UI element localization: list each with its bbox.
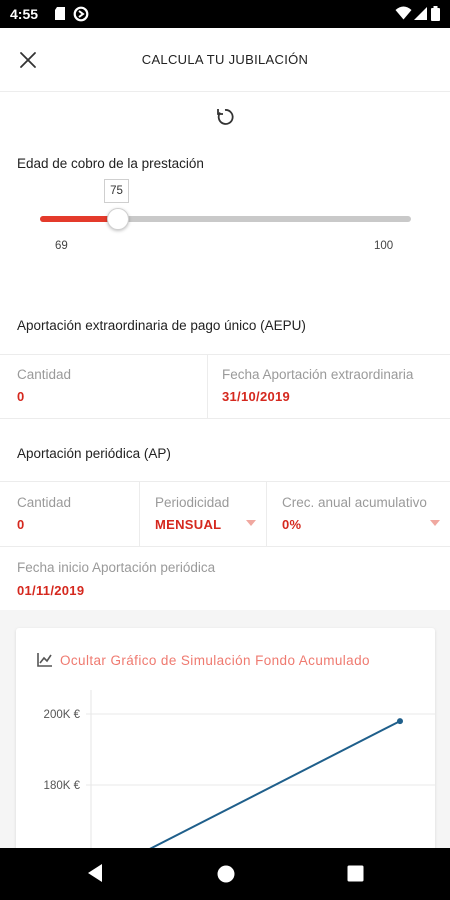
home-icon[interactable] [216, 864, 236, 884]
retirement-age-slider-thumb[interactable] [107, 208, 129, 230]
ap-start-date-label: Fecha inicio Aportación periódica [17, 560, 216, 575]
retirement-age-label: Edad de cobro de la prestación [17, 156, 204, 171]
slider-max-label: 100 [374, 240, 394, 252]
page-title: CALCULA TU JUBILACIÓN [141, 52, 309, 67]
series-point [397, 718, 403, 725]
status-bar: 4:55 [0, 0, 450, 28]
ap-start-date-field[interactable]: 01/11/2019 [17, 583, 84, 598]
series-points [397, 718, 403, 725]
back-icon[interactable] [86, 862, 104, 884]
y-tick-label: 180K € [44, 780, 81, 792]
retirement-age-value: 75 [104, 179, 129, 203]
ap-growth-select[interactable]: 0% [282, 517, 301, 532]
divider [266, 481, 267, 546]
refresh-icon[interactable] [213, 105, 237, 129]
divider [207, 354, 208, 418]
aepu-heading: Aportación extraordinaria de pago único … [17, 318, 306, 333]
divider [0, 418, 450, 419]
chevron-down-icon[interactable] [246, 520, 256, 526]
battery-icon [431, 6, 440, 21]
y-tick-label: 200K € [44, 709, 81, 721]
chart-tick-labels: 200K € 180K € [44, 709, 81, 792]
ap-frequency-label: Periodicidad [155, 495, 230, 510]
aepu-date-field[interactable]: 31/10/2019 [222, 389, 290, 404]
aepu-amount-label: Cantidad [17, 367, 72, 382]
divider [0, 546, 450, 547]
aepu-amount-field[interactable]: 0 [17, 389, 25, 404]
slider-min-label: 69 [55, 240, 68, 252]
divider [0, 354, 450, 355]
ap-amount-field[interactable]: 0 [17, 517, 25, 532]
navigation-bar [0, 848, 450, 900]
data-saver-icon [73, 6, 89, 22]
status-time: 4:55 [10, 6, 39, 22]
aepu-date-label: Fecha Aportación extraordinaria [222, 367, 414, 382]
chart-grid [86, 713, 435, 786]
wifi-icon [395, 6, 412, 20]
sd-card-icon [55, 7, 65, 20]
chevron-down-icon[interactable] [430, 520, 440, 526]
simulation-chart: 200K € 180K € [44, 690, 435, 848]
line-chart-icon[interactable] [36, 652, 54, 668]
app-bar: CALCULA TU JUBILACIÓN [0, 28, 450, 92]
recents-icon[interactable] [347, 865, 364, 882]
ap-heading: Aportación periódica (AP) [17, 446, 171, 461]
ap-growth-label: Crec. anual acumulativo [282, 495, 427, 510]
divider [0, 481, 450, 482]
ap-frequency-select[interactable]: MENSUAL [155, 517, 221, 532]
ap-amount-label: Cantidad [17, 495, 72, 510]
divider [139, 481, 140, 546]
cell-signal-icon [414, 7, 427, 20]
chart-toggle-button[interactable]: Ocultar Gráfico de Simulación Fondo Acum… [60, 653, 370, 668]
